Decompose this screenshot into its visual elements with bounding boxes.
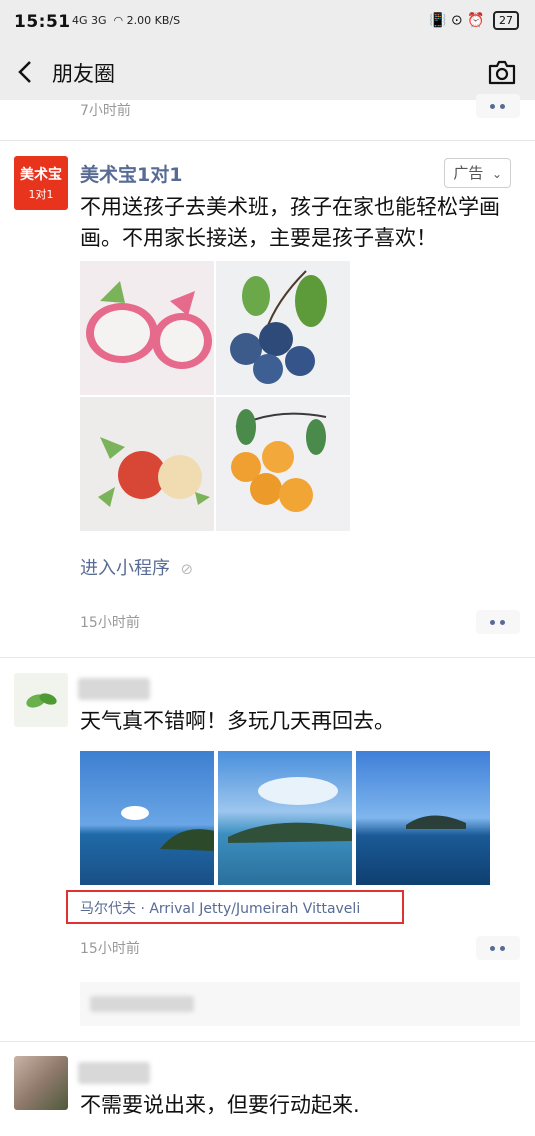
image-apples[interactable] <box>80 397 214 531</box>
post-time: 15小时前 <box>80 941 140 957</box>
image-sea-3[interactable] <box>356 751 490 885</box>
divider <box>0 657 535 658</box>
wifi-icon: ◠ <box>110 14 124 27</box>
mini-program-label: 进入小程序 <box>80 558 170 579</box>
avatar[interactable] <box>14 673 68 727</box>
blurred-comment <box>90 996 194 1012</box>
signal-icon: 4G 3G ◠ 2.00 KB/S <box>72 14 180 27</box>
battery-icon: 27 <box>493 11 519 30</box>
avatar[interactable] <box>14 1056 68 1110</box>
sea-1-drawing <box>121 806 214 851</box>
leaf-icon <box>26 693 57 708</box>
network-speed: 2.00 KB/S <box>126 14 181 27</box>
back-icon[interactable] <box>12 58 40 86</box>
divider <box>0 1041 535 1042</box>
previous-post-time: 7小时前 <box>80 103 131 119</box>
image-blueberries[interactable] <box>216 261 350 395</box>
vibrate-icon: 📳 <box>429 12 447 29</box>
signal-text: 4G 3G <box>72 14 107 27</box>
ad-label-button[interactable]: 广告 ⌄ <box>444 158 511 188</box>
oranges-drawing <box>231 409 327 512</box>
more-button[interactable] <box>476 936 520 960</box>
image-dragon-fruit[interactable] <box>80 261 214 395</box>
blueberries-drawing <box>230 270 327 384</box>
page-title: 朋友圈 <box>52 62 115 86</box>
mini-program-link[interactable]: 进入小程序 ⊘ <box>80 554 193 580</box>
sea-2-drawing <box>228 777 352 843</box>
divider <box>0 140 535 141</box>
sea-3-drawing <box>406 815 466 829</box>
post-text: 不需要说出来，但要行动起来. <box>80 1093 360 1117</box>
avatar-brand-bottom: 1对1 <box>28 188 54 201</box>
apples-drawing <box>98 437 210 507</box>
more-button[interactable] <box>476 94 520 118</box>
chevron-down-icon: ⌄ <box>488 167 502 181</box>
post-text: 天气真不错啊！多玩几天再回去。 <box>80 709 395 733</box>
status-bar: 15:51 4G 3G ◠ 2.00 KB/S 📳 ⊙ ⏰ 27 <box>0 0 535 44</box>
post-time: 15小时前 <box>80 615 140 631</box>
dragon-fruit-drawing <box>86 281 212 369</box>
comment-area <box>80 982 520 1026</box>
post-author[interactable]: 美术宝1对1 <box>80 160 182 187</box>
image-oranges[interactable] <box>216 397 350 531</box>
alarm-icon: ⏰ <box>467 12 485 29</box>
nav-bar: 朋友圈 <box>0 44 535 100</box>
camera-icon[interactable] <box>487 58 517 86</box>
location-link[interactable]: 马尔代夫 · Arrival Jetty/Jumeirah Vittaveli <box>66 890 404 924</box>
status-right: 📳 ⊙ ⏰ 27 <box>429 11 519 30</box>
link-icon: ⊘ <box>175 560 194 578</box>
image-sea-2[interactable] <box>218 751 352 885</box>
avatar-brand-top: 美术宝 <box>20 167 62 183</box>
ad-label: 广告 <box>453 164 484 182</box>
blurred-name <box>78 678 150 700</box>
avatar[interactable]: 美术宝 1对1 <box>14 156 68 210</box>
image-sea-1[interactable] <box>80 751 214 885</box>
post-text: 不用送孩子去美术班，孩子在家也能轻松学画画。不用家长接送，主要是孩子喜欢！ <box>80 195 500 250</box>
status-time: 15:51 <box>14 12 71 32</box>
blurred-name <box>78 1062 150 1084</box>
lock-icon: ⊙ <box>450 12 463 29</box>
more-button[interactable] <box>476 610 520 634</box>
